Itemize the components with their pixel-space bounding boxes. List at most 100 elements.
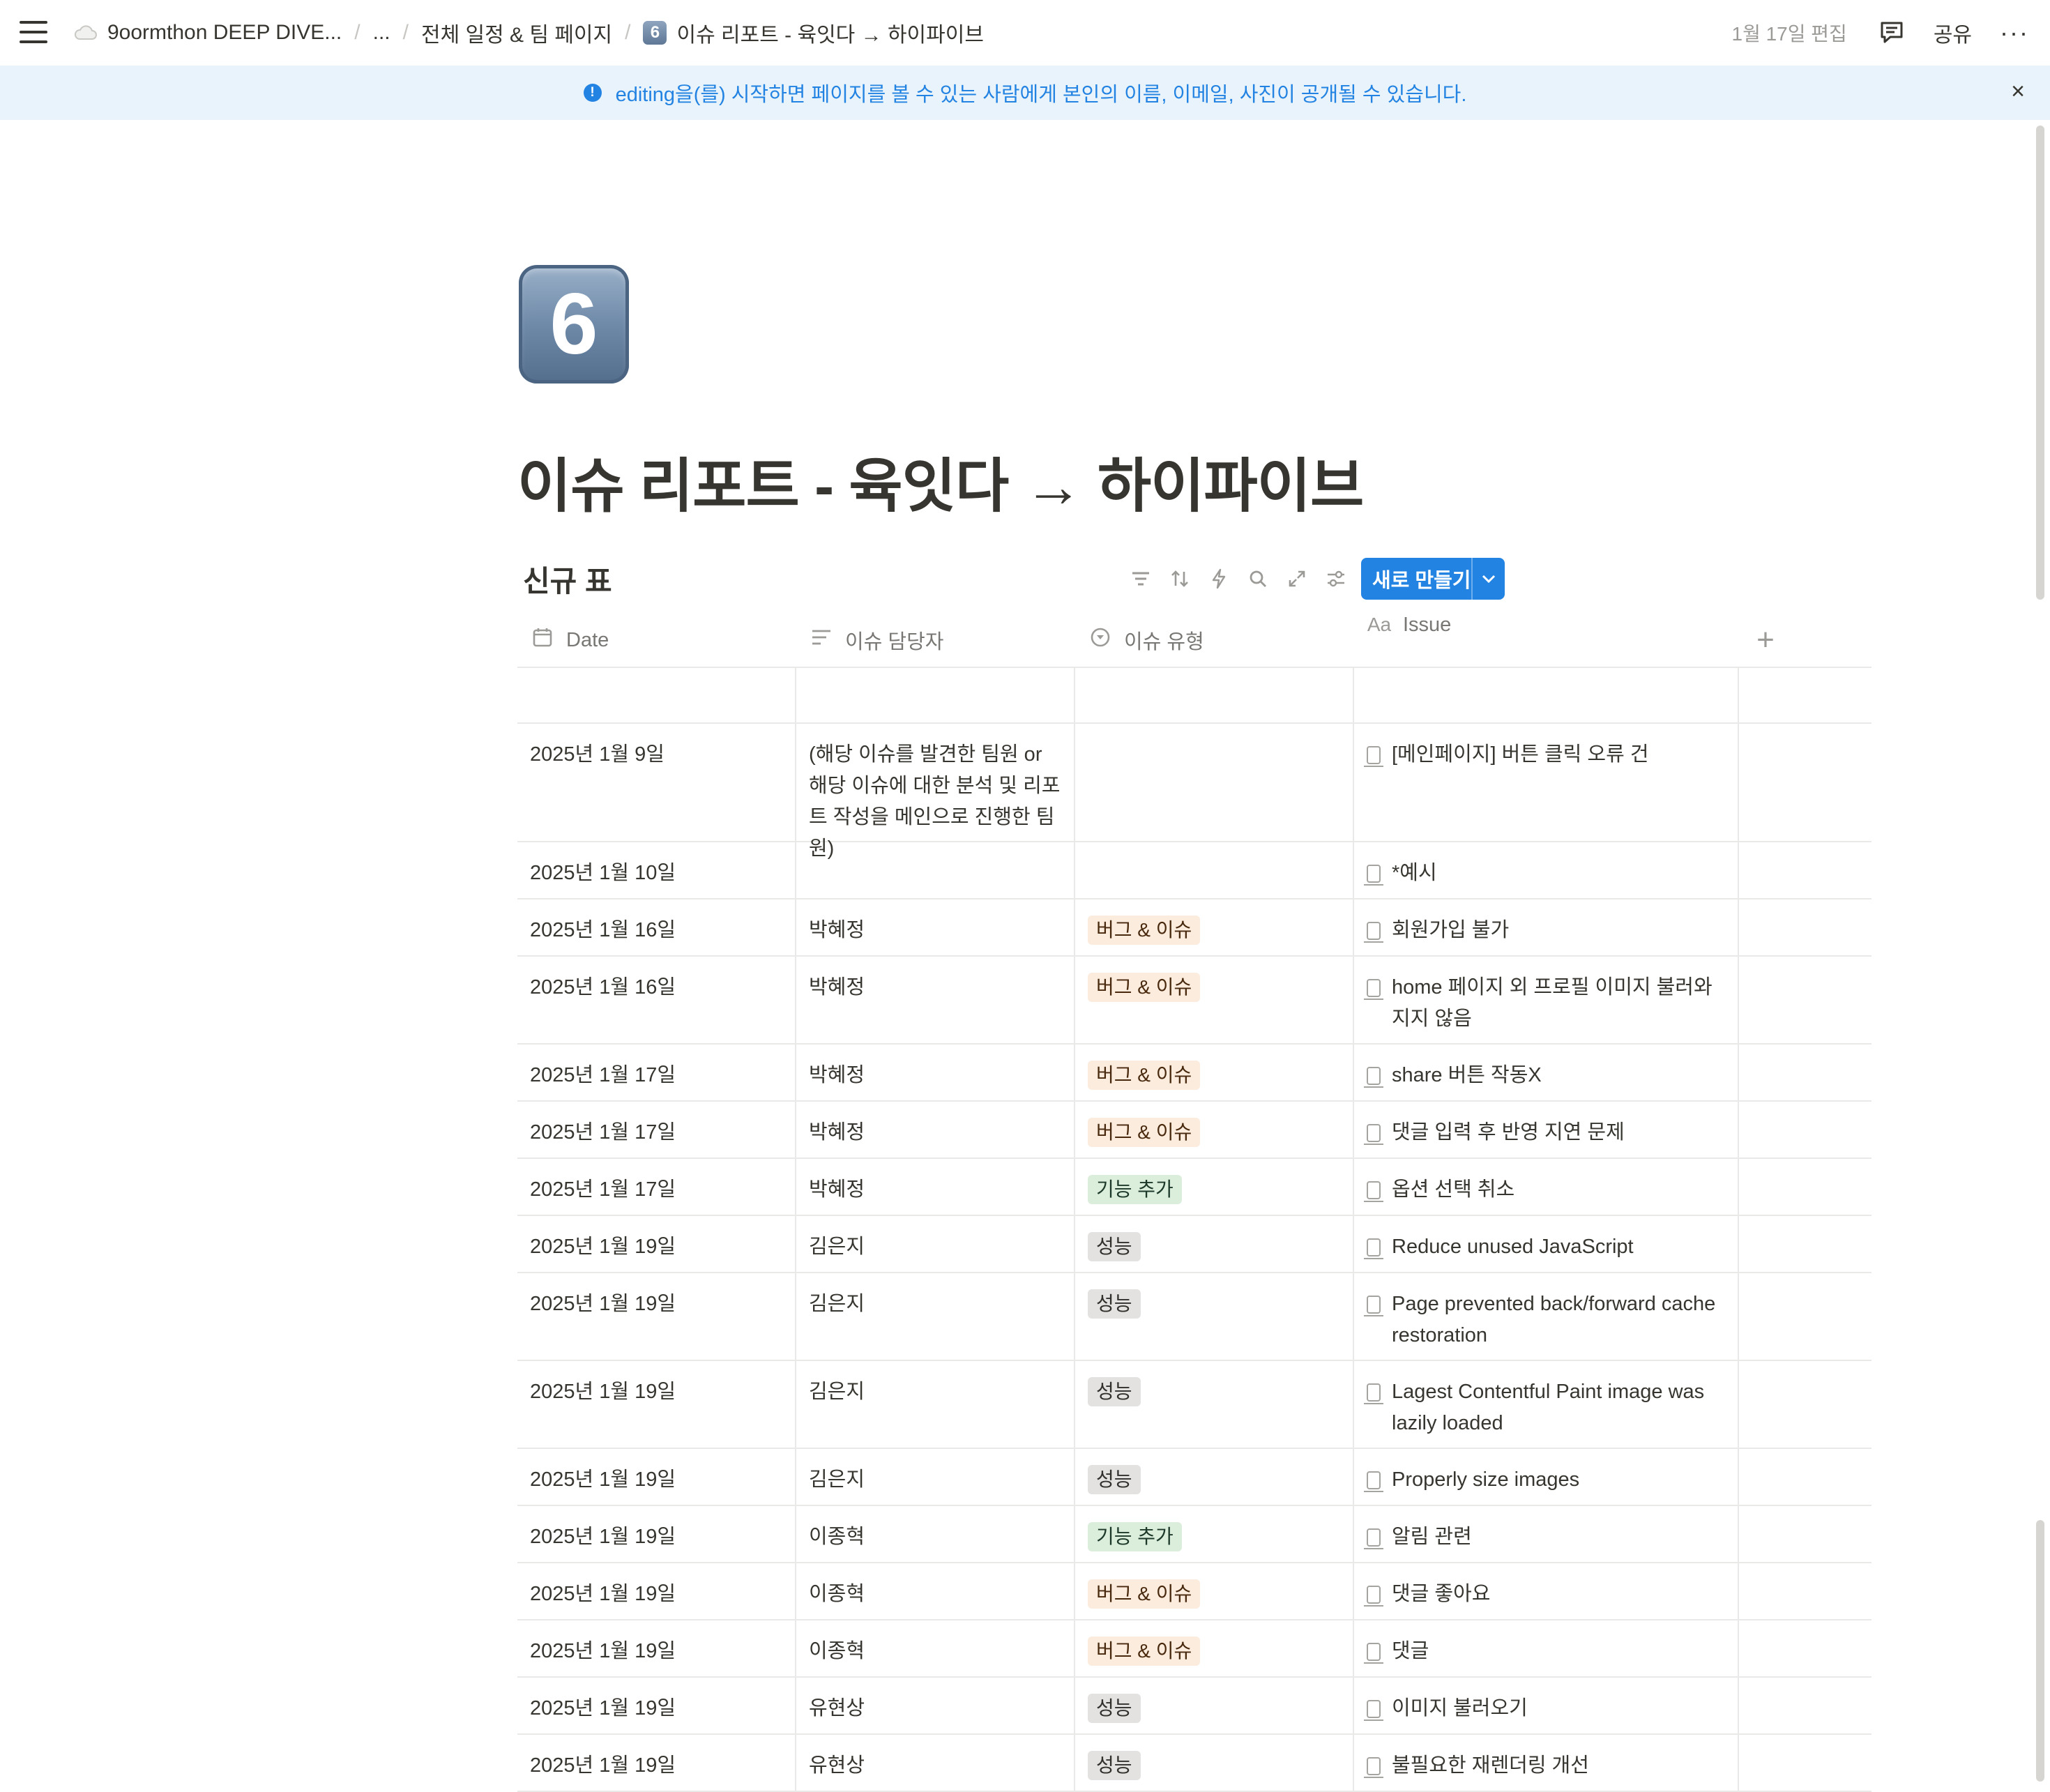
issue-cell[interactable]: 댓글 입력 후 반영 지연 문제 xyxy=(1354,1102,1739,1157)
issue-title[interactable]: 댓글 xyxy=(1392,1636,1429,1667)
table-row[interactable]: 2025년 1월 19일김은지성능Lagest Contentful Paint… xyxy=(517,1361,1871,1449)
type-cell[interactable] xyxy=(1075,724,1354,841)
table-row[interactable]: 2025년 1월 19일김은지성능Page prevented back/for… xyxy=(517,1273,1871,1361)
issue-cell[interactable]: 불필요한 재렌더링 개선 xyxy=(1354,1735,1739,1791)
date-cell[interactable]: 2025년 1월 17일 xyxy=(517,1045,796,1100)
table-row[interactable]: 2025년 1월 19일김은지성능Properly size images xyxy=(517,1449,1871,1506)
issue-title[interactable]: 이미지 불러오기 xyxy=(1392,1693,1528,1724)
owner-cell[interactable]: 이종혁 xyxy=(796,1620,1075,1676)
breadcrumb-ellipsis[interactable]: ... xyxy=(366,21,397,45)
date-cell[interactable]: 2025년 1월 16일 xyxy=(517,899,796,955)
date-cell[interactable] xyxy=(517,668,796,722)
owner-cell[interactable]: 박혜정 xyxy=(796,899,1075,955)
breadcrumb-current-page[interactable]: 6 이슈 리포트 - 육잇다 → 하이파이브 xyxy=(636,17,990,48)
issue-cell[interactable]: Reduce unused JavaScript xyxy=(1354,1216,1739,1272)
issue-cell[interactable]: 옵션 선택 취소 xyxy=(1354,1159,1739,1215)
date-cell[interactable]: 2025년 1월 10일 xyxy=(517,842,796,898)
issue-title[interactable]: home 페이지 외 프로필 이미지 불러와지지 않음 xyxy=(1392,972,1725,1035)
issue-title[interactable]: Page prevented back/forward cache restor… xyxy=(1392,1289,1725,1351)
issue-title[interactable]: 회원가입 불가 xyxy=(1392,915,1509,946)
page-icon-keycap-six[interactable]: 6 xyxy=(519,265,629,384)
filter-icon[interactable] xyxy=(1121,559,1160,598)
type-cell[interactable] xyxy=(1075,668,1354,722)
issue-title[interactable]: Properly size images xyxy=(1392,1464,1579,1496)
type-cell[interactable]: 성능 xyxy=(1075,1449,1354,1505)
table-row[interactable]: 2025년 1월 19일유현상성능이미지 불러오기 xyxy=(517,1678,1871,1735)
owner-cell[interactable]: 박혜정 xyxy=(796,1102,1075,1157)
type-cell[interactable]: 버그 & 이슈 xyxy=(1075,899,1354,955)
date-cell[interactable]: 2025년 1월 19일 xyxy=(517,1506,796,1562)
date-cell[interactable]: 2025년 1월 19일 xyxy=(517,1678,796,1733)
owner-cell[interactable]: 박혜정 xyxy=(796,1045,1075,1100)
type-cell[interactable]: 버그 & 이슈 xyxy=(1075,1620,1354,1676)
type-cell[interactable]: 성능 xyxy=(1075,1735,1354,1791)
owner-cell[interactable]: 김은지 xyxy=(796,1361,1075,1448)
issue-title[interactable]: [메인페이지] 버튼 클릭 오류 건 xyxy=(1392,739,1649,770)
table-row[interactable]: 2025년 1월 17일박혜정기능 추가옵션 선택 취소 xyxy=(517,1159,1871,1216)
issue-cell[interactable]: *예시 xyxy=(1354,842,1739,898)
breadcrumb-team-page[interactable]: 전체 일정 & 팀 페이지 xyxy=(414,17,619,48)
date-cell[interactable]: 2025년 1월 16일 xyxy=(517,957,796,1043)
share-button[interactable]: 공유 xyxy=(1934,17,1972,48)
issue-cell[interactable]: share 버튼 작동X xyxy=(1354,1045,1739,1100)
table-row[interactable]: 2025년 1월 17일박혜정버그 & 이슈댓글 입력 후 반영 지연 문제 xyxy=(517,1102,1871,1159)
more-options-icon[interactable]: ··· xyxy=(2000,20,2029,45)
type-cell[interactable]: 버그 & 이슈 xyxy=(1075,957,1354,1043)
table-row[interactable]: 2025년 1월 10일 *예시 xyxy=(517,842,1871,899)
scrollbar-thumb[interactable] xyxy=(2036,126,2044,600)
issue-cell[interactable]: Properly size images xyxy=(1354,1449,1739,1505)
column-header-date[interactable]: Date xyxy=(517,614,796,667)
owner-cell[interactable]: (해당 이슈를 발견한 팀원 or 해당 이슈에 대한 분석 및 리포트 작성을… xyxy=(796,724,1075,841)
issue-cell[interactable]: 회원가입 불가 xyxy=(1354,899,1739,955)
comment-icon[interactable] xyxy=(1878,19,1906,47)
date-cell[interactable]: 2025년 1월 9일 xyxy=(517,724,796,841)
sort-icon[interactable] xyxy=(1160,559,1199,598)
owner-cell[interactable]: 김은지 xyxy=(796,1273,1075,1360)
close-icon[interactable]: × xyxy=(2011,79,2025,103)
issue-title[interactable]: 옵션 선택 취소 xyxy=(1392,1174,1514,1206)
scrollbar-thumb-secondary[interactable] xyxy=(2036,1520,2044,1782)
column-header-type[interactable]: 이슈 유형 xyxy=(1075,614,1354,667)
table-row[interactable] xyxy=(517,668,1871,724)
table-row[interactable]: 2025년 1월 19일유현상성능불필요한 재렌더링 개선 xyxy=(517,1735,1871,1792)
type-cell[interactable]: 버그 & 이슈 xyxy=(1075,1102,1354,1157)
date-cell[interactable]: 2025년 1월 19일 xyxy=(517,1620,796,1676)
database-title[interactable]: 신규 표 xyxy=(523,558,612,600)
owner-cell[interactable]: 유현상 xyxy=(796,1678,1075,1733)
owner-cell[interactable]: 이종혁 xyxy=(796,1563,1075,1619)
issue-cell[interactable]: [메인페이지] 버튼 클릭 오류 건 xyxy=(1354,724,1739,841)
table-row[interactable]: 2025년 1월 19일이종혁버그 & 이슈댓글 좋아요 xyxy=(517,1563,1871,1620)
owner-cell[interactable]: 박혜정 xyxy=(796,957,1075,1043)
new-entry-button-label[interactable]: 새로 만들기 xyxy=(1361,564,1471,593)
table-row[interactable]: 2025년 1월 19일이종혁기능 추가알림 관련 xyxy=(517,1506,1871,1563)
settings-sliders-icon[interactable] xyxy=(1316,559,1356,598)
chevron-down-icon[interactable] xyxy=(1471,558,1505,600)
type-cell[interactable]: 성능 xyxy=(1075,1216,1354,1272)
table-row[interactable]: 2025년 1월 16일박혜정버그 & 이슈 회원가입 불가 xyxy=(517,899,1871,957)
automation-lightning-icon[interactable] xyxy=(1199,559,1238,598)
type-cell[interactable]: 성능 xyxy=(1075,1273,1354,1360)
date-cell[interactable]: 2025년 1월 19일 xyxy=(517,1216,796,1272)
issue-title[interactable]: share 버튼 작동X xyxy=(1392,1060,1542,1091)
issue-title[interactable]: *예시 xyxy=(1392,858,1437,889)
issue-cell[interactable]: 댓글 좋아요 xyxy=(1354,1563,1739,1619)
issue-cell[interactable]: Lagest Contentful Paint image was lazily… xyxy=(1354,1361,1739,1448)
owner-cell[interactable]: 김은지 xyxy=(796,1216,1075,1272)
date-cell[interactable]: 2025년 1월 19일 xyxy=(517,1735,796,1791)
owner-cell[interactable] xyxy=(796,842,1075,898)
search-icon[interactable] xyxy=(1238,559,1277,598)
issue-title[interactable]: 알림 관련 xyxy=(1392,1521,1472,1553)
breadcrumb-workspace[interactable]: 9oormthon DEEP DIVE... xyxy=(67,21,349,45)
issue-cell[interactable]: 알림 관련 xyxy=(1354,1506,1739,1562)
table-row[interactable]: 2025년 1월 19일이종혁버그 & 이슈 댓글 xyxy=(517,1620,1871,1678)
issue-cell[interactable]: Page prevented back/forward cache restor… xyxy=(1354,1273,1739,1360)
issue-title[interactable]: 불필요한 재렌더링 개선 xyxy=(1392,1750,1589,1782)
type-cell[interactable] xyxy=(1075,842,1354,898)
type-cell[interactable]: 기능 추가 xyxy=(1075,1506,1354,1562)
type-cell[interactable]: 성능 xyxy=(1075,1361,1354,1448)
owner-cell[interactable]: 박혜정 xyxy=(796,1159,1075,1215)
column-header-owner[interactable]: 이슈 담당자 xyxy=(796,614,1075,667)
table-row[interactable]: 2025년 1월 9일(해당 이슈를 발견한 팀원 or 해당 이슈에 대한 분… xyxy=(517,724,1871,842)
table-row[interactable]: 2025년 1월 17일박혜정버그 & 이슈share 버튼 작동X xyxy=(517,1045,1871,1102)
type-cell[interactable]: 버그 & 이슈 xyxy=(1075,1563,1354,1619)
